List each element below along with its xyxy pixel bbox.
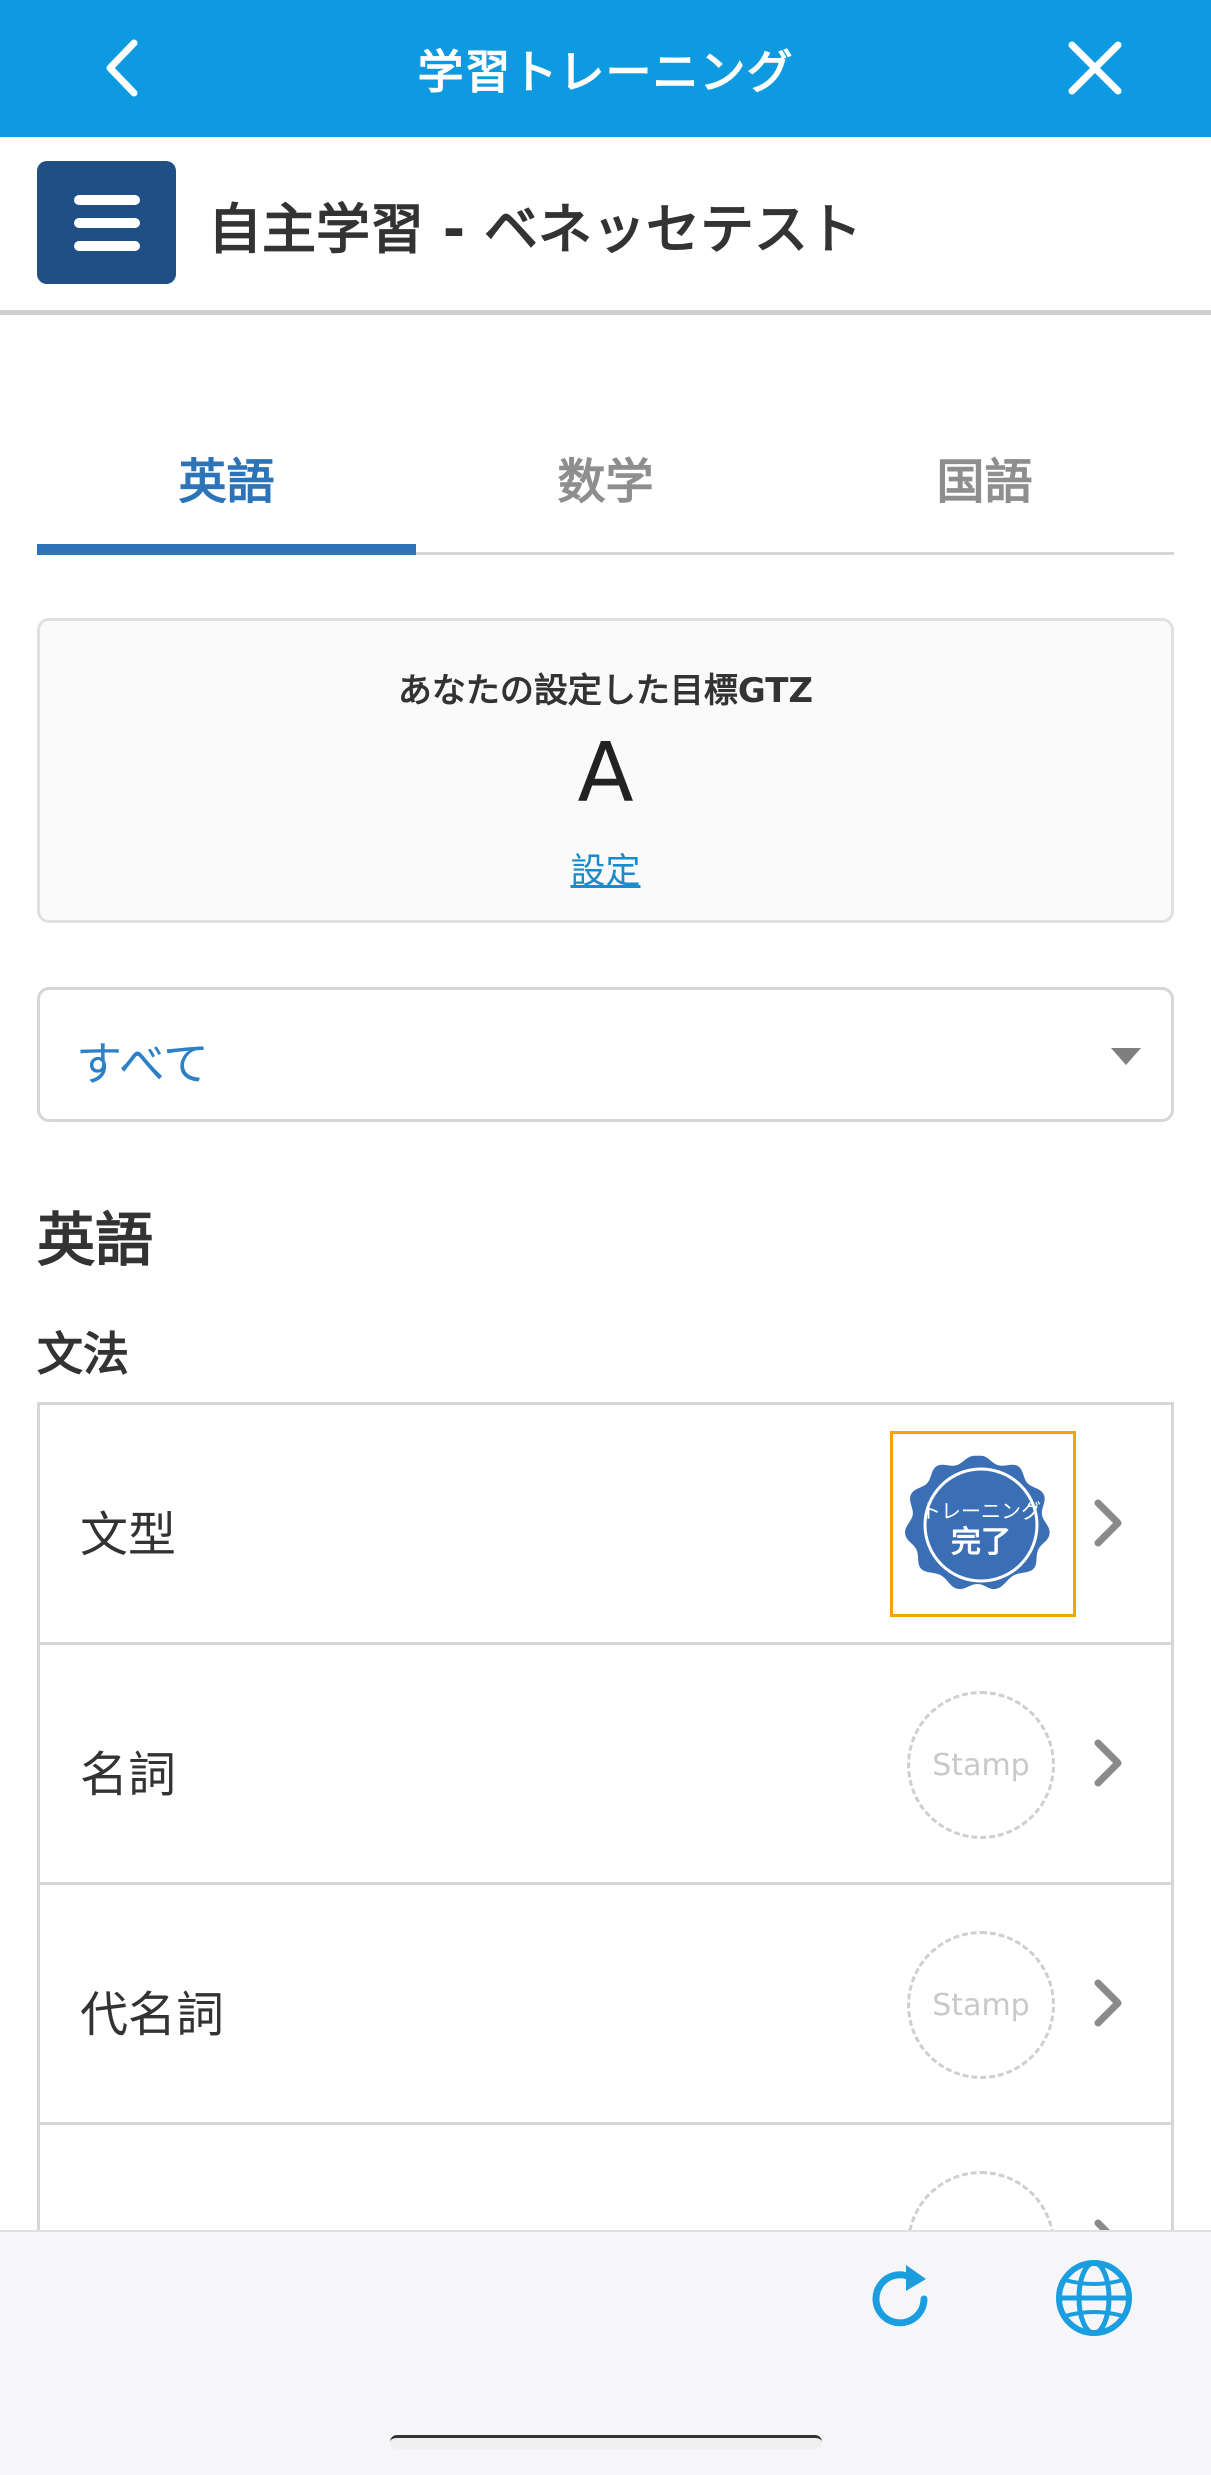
goal-settings-link[interactable]: 設定 — [40, 843, 1171, 894]
menu-button[interactable] — [37, 161, 176, 284]
hamburger-menu-icon — [73, 194, 140, 205]
nav-title: 学習トレーニング — [417, 44, 794, 99]
reload-icon[interactable] — [862, 2259, 942, 2339]
page-header: 自主学習 - ベネッセテスト — [0, 137, 1211, 315]
sub-heading: 文法 — [37, 1327, 129, 1381]
stamp-placeholder: Stamp — [904, 1928, 1058, 2082]
list-item[interactable]: 名詞 Stamp — [40, 1645, 1171, 1885]
completed-stamp-badge-icon: トレーニング 完了 — [905, 1455, 1050, 1590]
tab-english[interactable]: 英語 — [37, 440, 416, 555]
list-item-label: 代名詞 — [80, 1987, 225, 2043]
subject-tabs: 英語 数学 国語 — [37, 440, 1174, 555]
stamp-placeholder: Stamp — [904, 1688, 1058, 1842]
goal-label: あなたの設定した目標GTZ — [397, 671, 814, 711]
active-tab-indicator — [37, 544, 416, 555]
filter-selected-value: すべて — [76, 1037, 209, 1091]
category-filter-select[interactable]: すべて — [37, 987, 1174, 1122]
section-heading: 英語 — [37, 1206, 154, 1274]
svg-text:完了: 完了 — [951, 1525, 1011, 1560]
chevron-left-icon[interactable] — [90, 33, 160, 103]
top-nav-bar: 学習トレーニング — [0, 0, 1211, 137]
page-title: 自主学習 - ベネッセテスト — [208, 198, 863, 261]
bottom-toolbar — [0, 2230, 1211, 2475]
stamp-completed: トレーニング 完了 — [904, 1448, 1058, 1602]
globe-icon[interactable] — [1052, 2256, 1136, 2340]
list-item-label: 名詞 — [80, 1747, 177, 1803]
tab-japanese[interactable]: 国語 — [795, 440, 1174, 552]
chevron-right-icon — [1094, 1499, 1122, 1547]
stamp-placeholder-icon: Stamp — [907, 1931, 1055, 2079]
caret-down-icon — [1111, 1048, 1141, 1065]
svg-text:トレーニング: トレーニング — [921, 1499, 1041, 1523]
training-list: 文型 トレーニング 完了 名詞 Stamp 代名詞 Stamp — [37, 1402, 1174, 2365]
tab-math[interactable]: 数学 — [416, 440, 795, 552]
list-item[interactable]: 代名詞 Stamp — [40, 1885, 1171, 2125]
goal-card: あなたの設定した目標GTZ A 設定 — [37, 618, 1174, 923]
list-item[interactable]: 文型 トレーニング 完了 — [40, 1405, 1171, 1645]
home-indicator — [390, 2435, 822, 2449]
chevron-right-icon — [1094, 1739, 1122, 1787]
list-item-label: 文型 — [80, 1507, 177, 1563]
stamp-placeholder-icon: Stamp — [907, 1691, 1055, 1839]
chevron-right-icon — [1094, 1979, 1122, 2027]
close-icon[interactable] — [1060, 33, 1130, 103]
goal-value: A — [577, 726, 634, 821]
